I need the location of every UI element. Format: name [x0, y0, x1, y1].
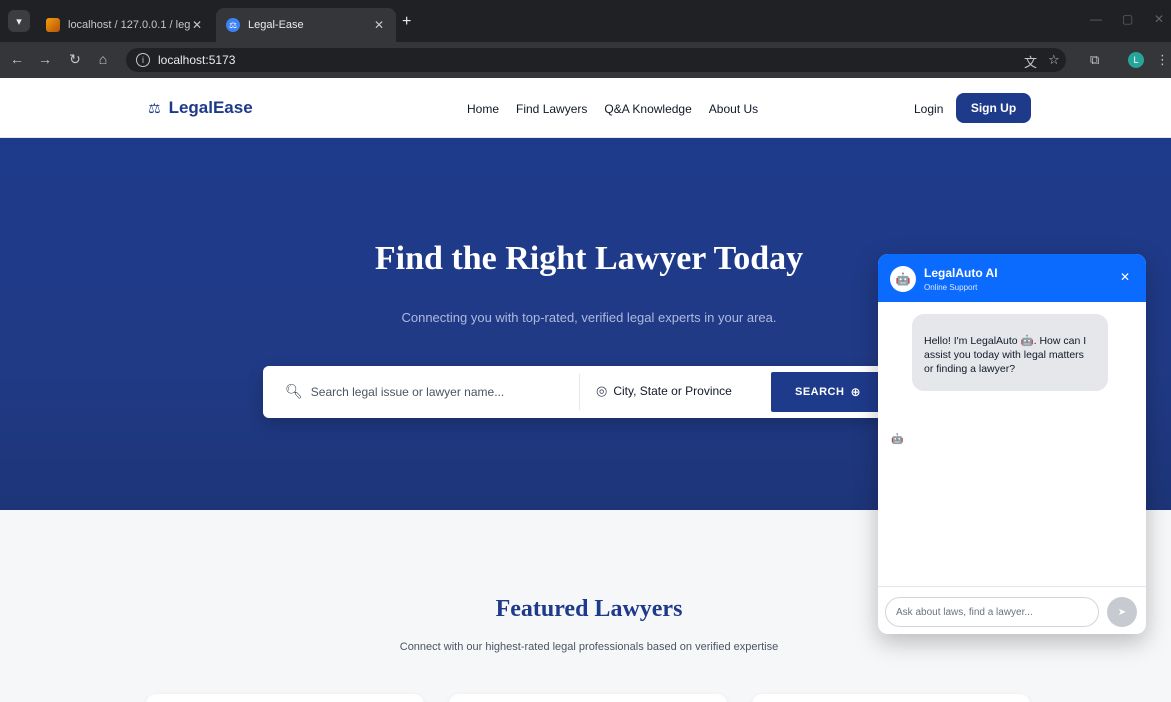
new-tab-icon[interactable]: +	[402, 13, 411, 31]
menu-kebab-icon[interactable]: ⋮	[1156, 52, 1169, 68]
profile-avatar[interactable]: L	[1128, 52, 1144, 68]
send-icon[interactable]: ➤	[1107, 597, 1137, 627]
search-icon: 🔍︎	[285, 383, 303, 399]
search-button-label: SEARCH	[794, 386, 845, 398]
home-icon[interactable]: ⌂	[94, 51, 112, 67]
nav-find-lawyers[interactable]: Find Lawyers	[516, 102, 587, 116]
chat-close-icon[interactable]: ✕	[1120, 270, 1130, 284]
scale-icon: ⚖	[148, 99, 161, 116]
tab-close-icon[interactable]: ✕	[190, 18, 204, 32]
search-input[interactable]: 🔍︎ Search legal issue or lawyer name...	[285, 383, 504, 400]
bot-avatar-icon: 🤖	[890, 266, 916, 292]
search-bar: 🔍︎ Search legal issue or lawyer name... …	[263, 366, 885, 418]
location-pin-icon: ◎	[596, 383, 608, 398]
browser-tab-legalease[interactable]: ⚖ Legal-Ease ✕	[216, 8, 396, 42]
back-icon[interactable]: ←	[8, 51, 26, 67]
browser-tab-phpmyadmin[interactable]: localhost / 127.0.0.1 / legalease ✕	[36, 8, 214, 42]
browser-toolbar: ← → ↻ ⌂ i localhost:5173 文 ☆ ⧉ L ⋮	[0, 42, 1171, 78]
lawyer-card[interactable]	[752, 694, 1030, 702]
address-bar[interactable]: i localhost:5173	[126, 48, 1066, 72]
nav-about-us[interactable]: About Us	[709, 102, 758, 116]
site-header: ⚖ LegalEase Home Find Lawyers Q&A Knowle…	[0, 78, 1171, 138]
phpmyadmin-favicon-icon	[46, 18, 60, 32]
site-logo[interactable]: ⚖ LegalEase	[148, 98, 253, 118]
url-text: localhost:5173	[158, 53, 236, 67]
main-nav: Home Find Lawyers Q&A Knowledge About Us	[467, 102, 758, 116]
chat-messages[interactable]: 🤖 Hello! I'm LegalAuto 🤖. How can I assi…	[878, 302, 1146, 586]
site-info-icon[interactable]: i	[136, 53, 150, 67]
bookmark-star-icon[interactable]: ☆	[1048, 52, 1060, 68]
extensions-icon[interactable]: ⧉	[1090, 52, 1099, 68]
chat-input[interactable]: Ask about laws, find a lawyer...	[885, 597, 1099, 627]
bot-message-bubble: Hello! I'm LegalAuto 🤖. How can I assist…	[912, 314, 1108, 391]
lawyer-card[interactable]	[449, 694, 727, 702]
chat-status: Online Support	[924, 283, 978, 292]
translate-icon[interactable]: 文	[1024, 52, 1037, 71]
legalease-favicon-icon: ⚖	[226, 18, 240, 32]
tab-title: localhost / 127.0.0.1 / legalease	[68, 19, 190, 31]
chat-header: 🤖 LegalAuto AI Online Support ✕	[878, 254, 1146, 302]
search-button[interactable]: SEARCH ⊕	[771, 372, 885, 412]
search-divider	[579, 374, 580, 410]
location-placeholder: City, State or Province	[613, 384, 732, 398]
forward-icon[interactable]: →	[36, 51, 54, 67]
signup-button[interactable]: Sign Up	[956, 93, 1031, 123]
chat-footer: Ask about laws, find a lawyer... ➤	[878, 586, 1146, 634]
close-window-icon[interactable]: ✕	[1154, 12, 1164, 26]
featured-subtitle: Connect with our highest-rated legal pro…	[399, 641, 779, 653]
bot-message-avatar-icon: 🤖	[891, 434, 904, 445]
logo-text: LegalEase	[168, 98, 253, 117]
nav-qa-knowledge[interactable]: Q&A Knowledge	[604, 102, 691, 116]
browser-tab-bar: ▾ localhost / 127.0.0.1 / legalease ✕ ⚖ …	[0, 0, 1171, 42]
location-input[interactable]: ◎ City, State or Province	[596, 383, 732, 399]
maximize-icon[interactable]: ▢	[1122, 12, 1133, 26]
tab-title: Legal-Ease	[248, 19, 304, 31]
lawyer-card[interactable]	[146, 694, 424, 702]
reload-icon[interactable]: ↻	[66, 51, 84, 68]
tab-search-button[interactable]: ▾	[8, 10, 30, 32]
nav-home[interactable]: Home	[467, 102, 499, 116]
login-link[interactable]: Login	[914, 102, 943, 116]
tab-close-icon[interactable]: ✕	[372, 18, 386, 32]
search-placeholder: Search legal issue or lawyer name...	[310, 384, 505, 399]
chat-widget: 🤖 LegalAuto AI Online Support ✕ 🤖 Hello!…	[878, 254, 1146, 634]
arrow-circle-right-icon: ⊕	[850, 385, 861, 399]
minimize-icon[interactable]: —	[1090, 12, 1102, 26]
chat-bot-name: LegalAuto AI	[924, 266, 998, 280]
